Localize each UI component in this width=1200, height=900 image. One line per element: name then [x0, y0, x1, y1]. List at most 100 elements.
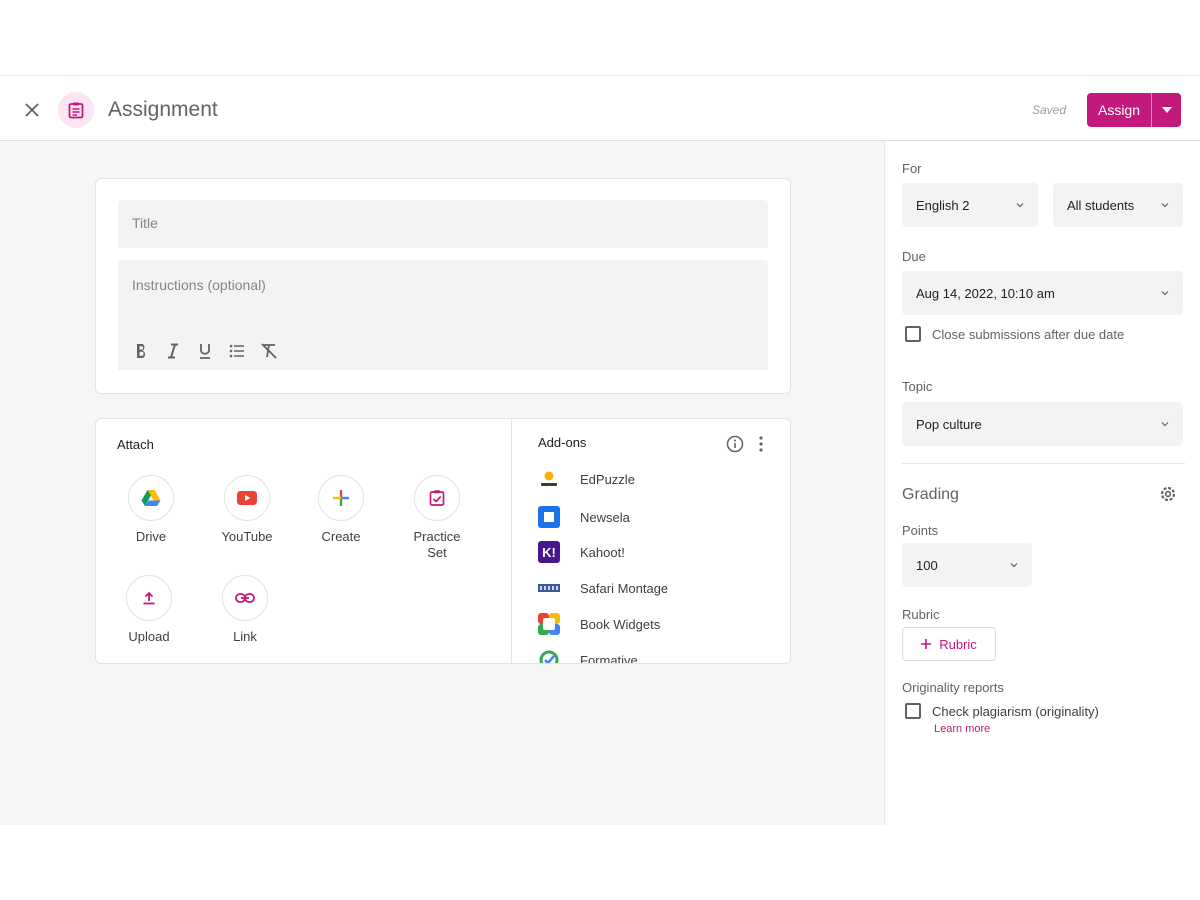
students-select[interactable]: All students [1053, 183, 1183, 227]
attach-youtube[interactable]: YouTube [202, 475, 292, 545]
attach-practice-set[interactable]: Practice Set [392, 475, 482, 561]
addons-section: Add-ons EdPuzzle Newsela K! Kahoot! Safa… [512, 419, 790, 663]
close-submissions-label: Close submissions after due date [932, 327, 1125, 342]
saved-status: Saved [1032, 103, 1067, 117]
chevron-down-icon [1010, 563, 1018, 568]
rubric-label: Rubric [902, 607, 940, 622]
section-divider [902, 463, 1185, 464]
kahoot-icon: K! [538, 541, 560, 563]
attach-item-label: Drive [135, 529, 167, 544]
drive-icon [141, 490, 161, 506]
attach-section: Attach Drive YouTube Create Practice Set… [96, 419, 512, 663]
more-vert-icon[interactable] [754, 435, 768, 453]
add-rubric-button[interactable]: Rubric [902, 627, 996, 661]
assign-options-button[interactable] [1151, 93, 1181, 127]
addon-name: Safari Montage [580, 580, 669, 596]
newsela-icon [538, 506, 560, 528]
learn-more-link[interactable]: Learn more [934, 723, 990, 735]
book-widgets-icon [538, 613, 560, 635]
attach-card: Attach Drive YouTube Create Practice Set… [95, 418, 791, 664]
bold-icon [137, 344, 145, 358]
topic-select-value: Pop culture [916, 416, 982, 432]
attach-item-label: Link [233, 629, 257, 644]
assign-button[interactable]: Assign [1087, 93, 1151, 127]
addon-formative[interactable]: Formative [538, 648, 638, 663]
close-icon [25, 103, 39, 117]
attach-item-label: Practice Set [413, 529, 461, 560]
chevron-down-icon [1016, 203, 1024, 208]
originality-label: Originality reports [902, 680, 1004, 695]
youtube-icon [237, 491, 257, 505]
practice-set-icon [429, 490, 445, 506]
points-select-value: 100 [916, 557, 938, 573]
clear-format-button[interactable] [258, 340, 280, 362]
upload-icon [143, 591, 155, 605]
topic-select[interactable]: Pop culture [902, 402, 1183, 446]
edpuzzle-icon [538, 468, 560, 490]
youtube-icon-circle [224, 475, 270, 521]
clipboard-icon [68, 102, 84, 119]
grading-title: Grading [902, 486, 959, 503]
formative-icon [538, 649, 560, 663]
addon-safari-montage[interactable]: Safari Montage [538, 576, 668, 600]
attach-item-label: Upload [128, 629, 170, 644]
attach-create[interactable]: Create [296, 475, 386, 545]
underline-button[interactable] [194, 340, 216, 362]
close-button[interactable] [18, 96, 46, 124]
practice-set-icon-circle [414, 475, 460, 521]
class-select[interactable]: English 2 [902, 183, 1038, 227]
settings-sidebar: For English 2 All students Due Aug 14, 2… [884, 141, 1200, 825]
addon-book-widgets[interactable]: Book Widgets [538, 612, 660, 636]
title-input[interactable]: Title [118, 200, 768, 248]
upload-icon-circle [126, 575, 172, 621]
bulleted-list-button[interactable] [226, 340, 248, 362]
attach-item-label: Create [321, 529, 361, 544]
close-submissions-checkbox[interactable] [905, 326, 921, 342]
top-bar: Assignment Saved Assign [0, 75, 1200, 141]
instructions-input[interactable]: Instructions (optional) [118, 260, 768, 370]
plagiarism-label: Check plagiarism (originality) [932, 704, 1099, 719]
italic-icon [168, 343, 178, 359]
info-icon[interactable] [726, 435, 744, 453]
link-icon [235, 593, 255, 603]
assignment-editor: Assignment Saved Assign Title Instructio… [0, 75, 1200, 825]
bulleted-list-icon [229, 344, 244, 358]
attach-drive[interactable]: Drive [106, 475, 196, 545]
create-plus-icon [333, 490, 349, 506]
underline-icon [200, 344, 210, 359]
bold-button[interactable] [130, 340, 152, 362]
drive-icon-circle [128, 475, 174, 521]
italic-button[interactable] [162, 340, 184, 362]
points-select[interactable]: 100 [902, 543, 1032, 587]
assign-button-group: Assign [1087, 93, 1181, 127]
addon-name: Formative [580, 652, 638, 664]
create-icon-circle [318, 475, 364, 521]
safari-montage-icon [538, 577, 560, 599]
due-date-select[interactable]: Aug 14, 2022, 10:10 am [902, 271, 1183, 315]
chevron-down-icon [1161, 203, 1169, 208]
addon-name: Book Widgets [580, 616, 661, 632]
due-label: Due [902, 249, 926, 264]
assignment-type-icon-wrap [58, 92, 94, 128]
topic-label: Topic [902, 379, 933, 394]
class-select-value: English 2 [916, 197, 970, 213]
addon-newsela[interactable]: Newsela [538, 505, 630, 529]
students-select-value: All students [1067, 197, 1135, 213]
chevron-down-icon [1161, 291, 1169, 296]
addon-name: EdPuzzle [580, 471, 635, 487]
instructions-placeholder: Instructions (optional) [132, 277, 266, 293]
for-label: For [902, 161, 922, 176]
format-toolbar [130, 340, 280, 362]
points-label: Points [902, 523, 939, 538]
addons-label: Add-ons [538, 435, 587, 450]
addon-name: Newsela [580, 509, 630, 525]
main-content: Title Instructions (optional) Attach Dri… [0, 141, 884, 825]
gear-icon[interactable] [1157, 483, 1179, 505]
addon-edpuzzle[interactable]: EdPuzzle [538, 467, 635, 491]
attach-upload[interactable]: Upload [104, 575, 194, 645]
addon-kahoot[interactable]: K! Kahoot! [538, 540, 625, 564]
plagiarism-checkbox[interactable] [905, 703, 921, 719]
attach-link[interactable]: Link [200, 575, 290, 645]
attach-label: Attach [117, 437, 154, 452]
details-card: Title Instructions (optional) [95, 178, 791, 394]
